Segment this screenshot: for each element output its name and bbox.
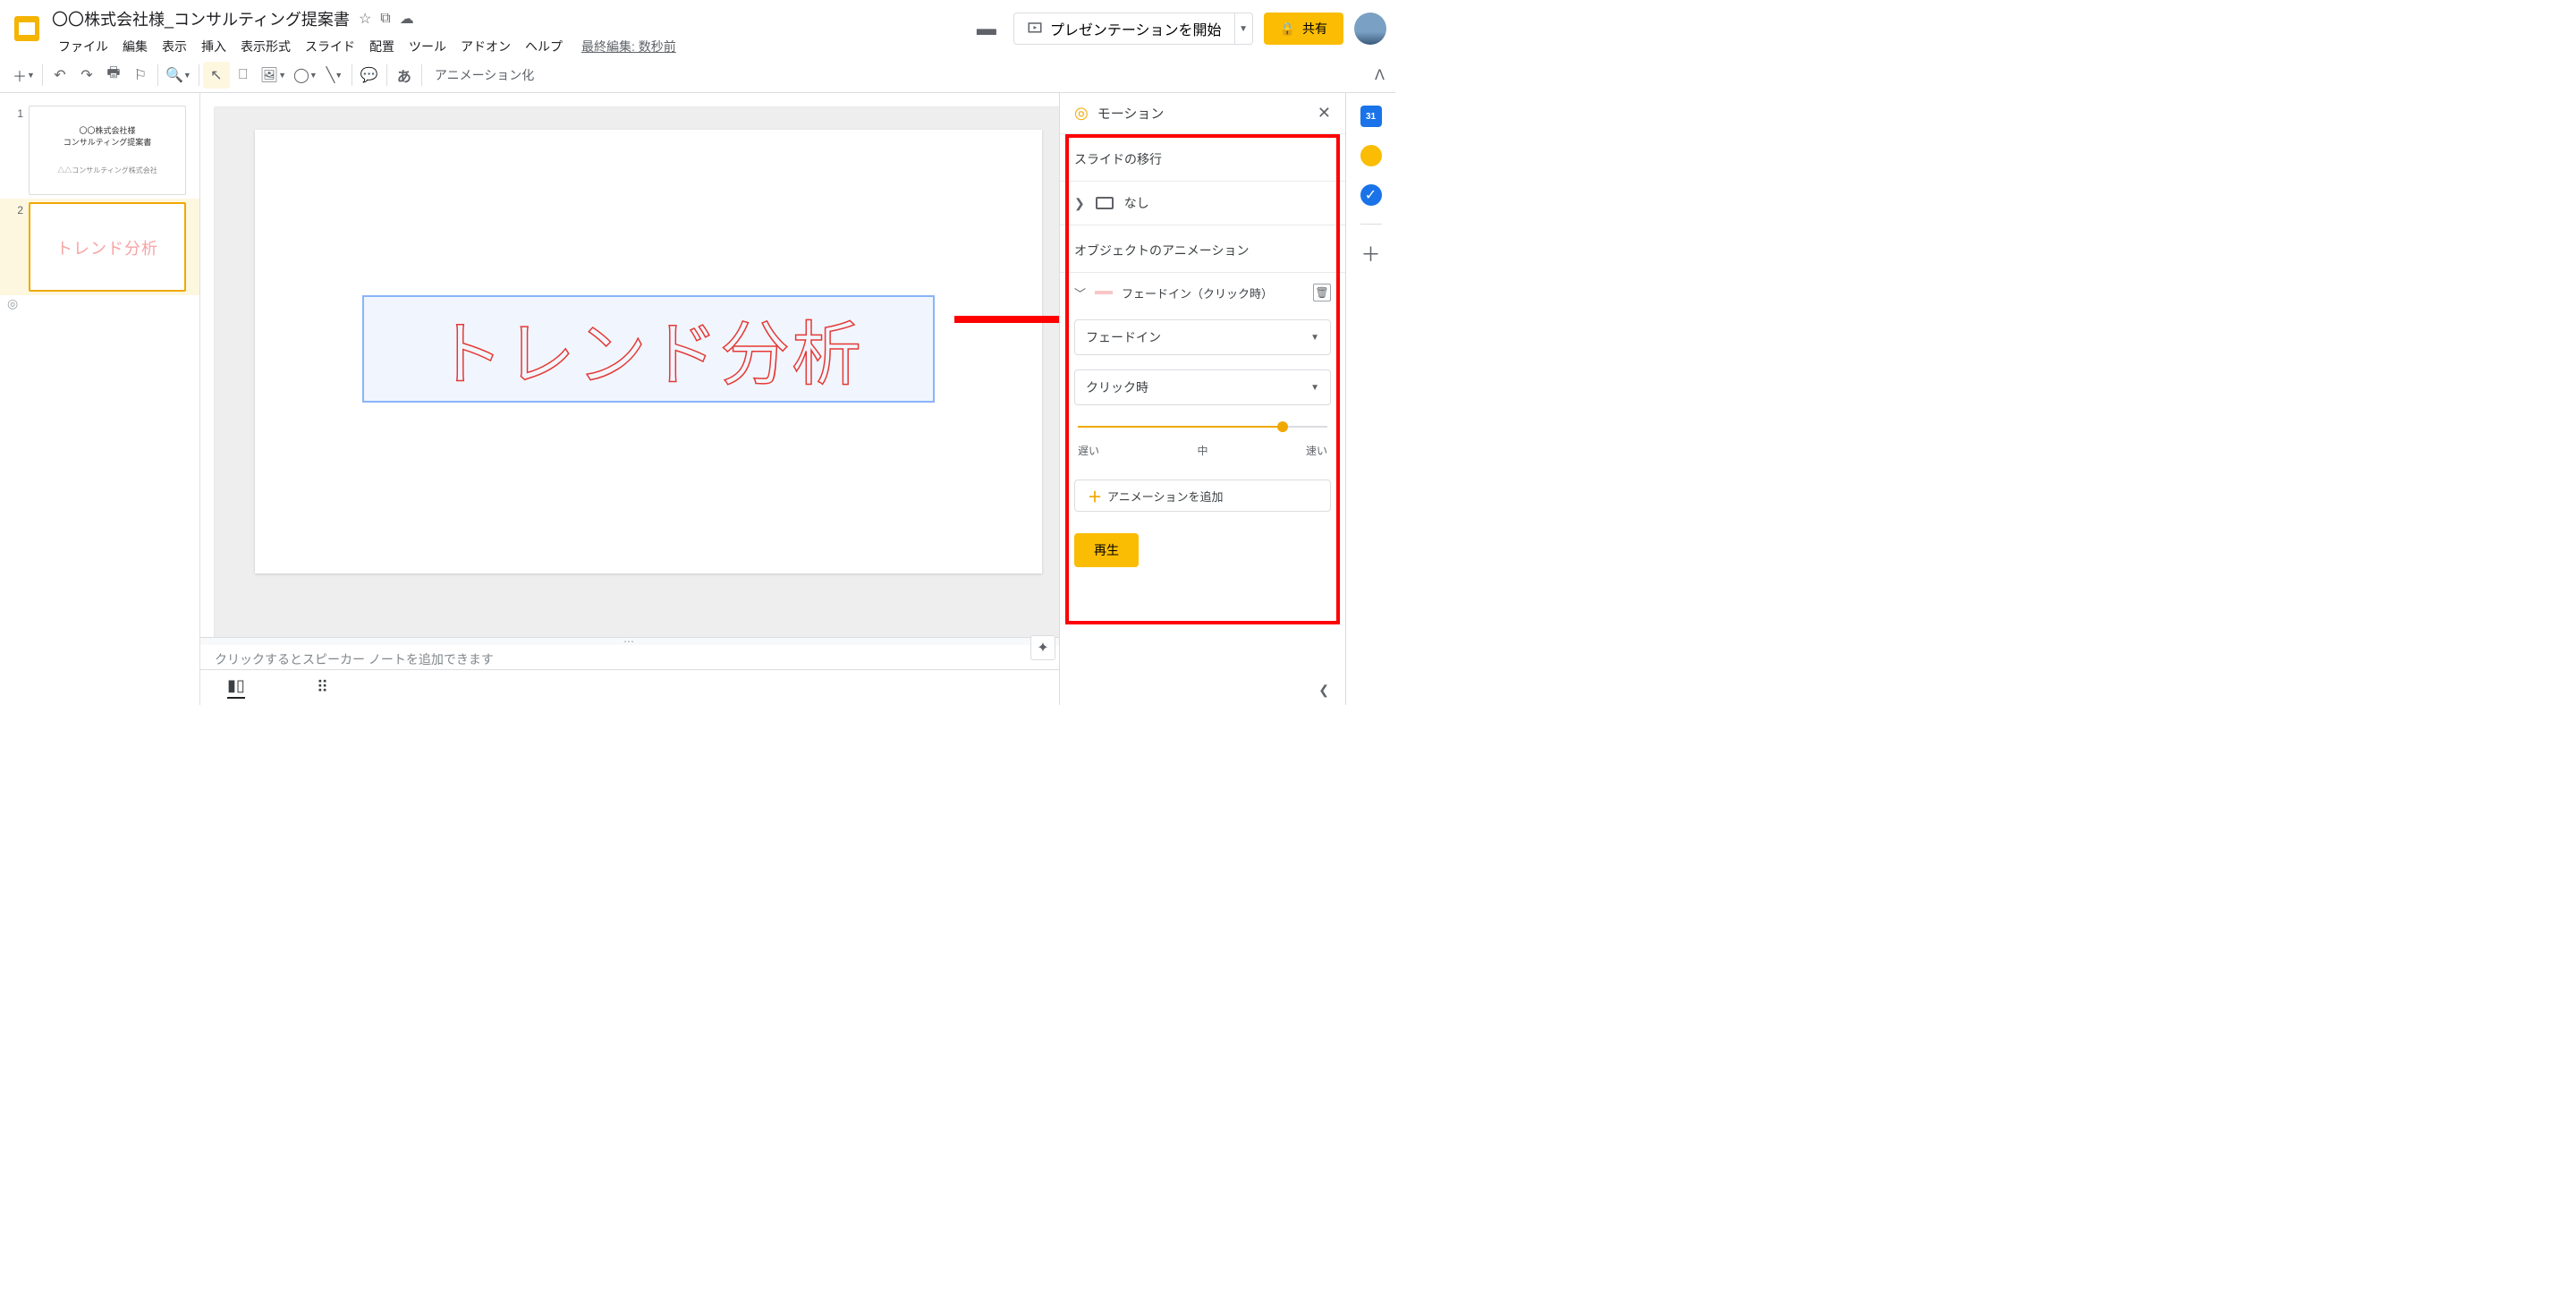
undo-button[interactable]: ↶: [47, 62, 73, 89]
canvas-area[interactable]: トレンド分析: [215, 107, 1059, 637]
present-dropdown[interactable]: ▼: [1234, 13, 1252, 44]
animation-indicator-icon: ◎: [7, 296, 18, 311]
thumb-number: 2: [7, 202, 29, 292]
slide-panel: 1 〇〇株式会社様コンサルティング提案書 △△コンサルティング株式会社 2 ◎ …: [0, 93, 200, 705]
menu-format[interactable]: 表示形式: [234, 34, 297, 59]
chevron-down-icon: ﹀: [1074, 284, 1086, 301]
menu-arrange[interactable]: 配置: [363, 34, 401, 59]
menu-tools[interactable]: ツール: [402, 34, 453, 59]
select-tool[interactable]: ↖: [203, 62, 230, 89]
delete-icon[interactable]: 🗑: [1313, 284, 1331, 301]
thumb-number: 1: [7, 106, 29, 195]
star-icon[interactable]: ☆: [359, 10, 371, 28]
transition-section-label: スライドの移行: [1060, 134, 1345, 182]
add-addon-icon[interactable]: ＋: [1360, 242, 1382, 264]
wordart-selection[interactable]: トレンド分析: [362, 295, 935, 403]
line-tool[interactable]: ╲▼: [321, 62, 348, 89]
zoom-button[interactable]: 🔍▼: [162, 62, 195, 89]
grid-view-button[interactable]: ⠿: [317, 678, 328, 697]
last-edit-link[interactable]: 最終編集: 数秒前: [581, 38, 676, 55]
image-tool[interactable]: 🖼▼: [257, 62, 290, 89]
motion-panel-title: モーション: [1097, 104, 1309, 123]
print-button[interactable]: 🖶: [100, 62, 127, 89]
shape-tool[interactable]: ◯▼: [290, 62, 321, 89]
account-avatar[interactable]: [1354, 13, 1386, 45]
animation-button[interactable]: アニメーション化: [426, 66, 543, 84]
horizontal-ruler: [215, 93, 1059, 107]
transition-value: なし: [1124, 194, 1149, 212]
animation-item-row[interactable]: ﹀ フェードイン（クリック時） 🗑: [1060, 273, 1345, 312]
comments-icon[interactable]: ▬: [970, 13, 1003, 45]
play-label: 再生: [1094, 541, 1119, 559]
toolbar: ＋▼ ↶ ↷ 🖶 ⚐ 🔍▼ ↖ ⎕ 🖼▼ ◯▼ ╲▼ 💬 あ アニメーション化 …: [0, 57, 1395, 93]
close-icon[interactable]: ✕: [1318, 104, 1331, 123]
transition-row[interactable]: ❯ なし: [1060, 182, 1345, 225]
effect-select[interactable]: フェードイン ▼: [1074, 319, 1331, 355]
lock-icon: 🔒: [1280, 21, 1295, 37]
speed-fast-label: 速い: [1306, 443, 1327, 458]
object-swatch: [1095, 291, 1113, 294]
share-label: 共有: [1302, 20, 1327, 38]
slide-canvas[interactable]: トレンド分析: [255, 130, 1042, 573]
redo-button[interactable]: ↷: [73, 62, 100, 89]
move-icon[interactable]: ⧉: [380, 11, 390, 27]
dropdown-icon: ▼: [1310, 383, 1319, 393]
motion-icon: ◎: [1074, 104, 1089, 123]
speed-slider[interactable]: [1078, 420, 1327, 434]
slider-thumb[interactable]: [1277, 421, 1288, 432]
menu-edit[interactable]: 編集: [116, 34, 154, 59]
menu-addons[interactable]: アドオン: [454, 34, 517, 59]
paint-format-button[interactable]: ⚐: [127, 62, 154, 89]
menu-view[interactable]: 表示: [156, 34, 193, 59]
add-animation-button[interactable]: ＋ アニメーションを追加: [1074, 480, 1331, 512]
explore-button[interactable]: ✦: [1030, 635, 1055, 660]
keep-icon[interactable]: [1360, 145, 1382, 166]
calendar-icon[interactable]: 31: [1360, 106, 1382, 127]
plus-icon: ＋: [1088, 485, 1102, 506]
dropdown-icon: ▼: [1310, 333, 1319, 343]
share-button[interactable]: 🔒 共有: [1264, 13, 1343, 45]
notes-resize-handle[interactable]: [200, 638, 1059, 645]
input-mode-button[interactable]: あ: [391, 62, 418, 89]
slide-thumbnail-1[interactable]: 〇〇株式会社様コンサルティング提案書 △△コンサルティング株式会社: [29, 106, 186, 195]
menu-slide[interactable]: スライド: [299, 34, 361, 59]
effect-select-value: フェードイン: [1086, 328, 1161, 346]
wordart-text: トレンド分析: [434, 299, 863, 399]
add-animation-label: アニメーションを追加: [1107, 488, 1223, 505]
tasks-icon[interactable]: ✓: [1360, 184, 1382, 206]
filmstrip-view-button[interactable]: ▮▯: [227, 676, 245, 699]
new-slide-button[interactable]: ＋▼: [9, 62, 38, 89]
chevron-right-icon: ❯: [1074, 196, 1085, 211]
menu-insert[interactable]: 挿入: [195, 34, 233, 59]
object-anim-section-label: オブジェクトのアニメーション: [1060, 225, 1345, 273]
comment-tool[interactable]: 💬: [356, 62, 383, 89]
expand-panel-icon[interactable]: ❮: [1318, 683, 1329, 698]
slide-icon: [1096, 197, 1114, 209]
animation-item-label: フェードイン（クリック時）: [1122, 284, 1273, 301]
present-label: プレゼンテーションを開始: [1050, 18, 1222, 39]
vertical-ruler: [200, 107, 215, 637]
play-button[interactable]: 再生: [1074, 533, 1139, 567]
cloud-icon[interactable]: ☁: [400, 10, 414, 28]
speed-slow-label: 遅い: [1078, 443, 1099, 458]
present-button[interactable]: プレゼンテーションを開始: [1014, 13, 1234, 44]
hide-menus-icon[interactable]: ᐱ: [1375, 66, 1385, 84]
menu-bar: ファイル 編集 表示 挿入 表示形式 スライド 配置 ツール アドオン ヘルプ …: [52, 34, 970, 59]
speed-mid-label: 中: [1197, 443, 1208, 458]
motion-panel: ◎ モーション ✕ スライドの移行 ❯ なし オブジェクトのアニメーション ﹀ …: [1059, 93, 1345, 705]
app-logo[interactable]: [9, 11, 45, 47]
menu-help[interactable]: ヘルプ: [519, 34, 569, 59]
slide-thumbnail-2[interactable]: トレンド分析: [29, 202, 186, 292]
document-title[interactable]: 〇〇株式会社様_コンサルティング提案書: [52, 7, 350, 30]
trigger-select-value: クリック時: [1086, 378, 1148, 396]
trigger-select[interactable]: クリック時 ▼: [1074, 369, 1331, 405]
side-rail: 31 ✓ ＋: [1345, 93, 1395, 705]
menu-file[interactable]: ファイル: [52, 34, 114, 59]
present-icon: [1027, 21, 1043, 37]
textbox-tool[interactable]: ⎕: [230, 62, 257, 89]
